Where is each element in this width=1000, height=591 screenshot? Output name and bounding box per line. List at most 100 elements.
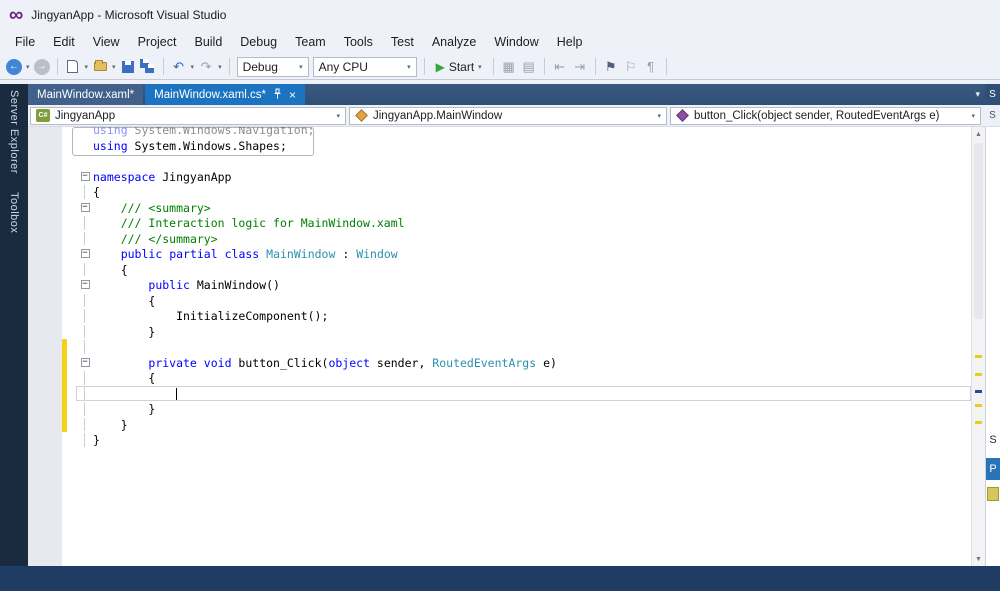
close-icon[interactable]: × [289,89,296,101]
sidebar-tab-toolbox[interactable]: Toolbox [8,192,20,233]
menu-item-build[interactable]: Build [185,32,231,52]
code-line-12[interactable]: InitializeComponent(); [28,308,971,324]
new-project-dropdown-icon[interactable]: ▾ [85,63,89,71]
sidebar-tab-server-explorer[interactable]: Server Explorer [8,90,20,174]
navigate-back-button[interactable]: ← [6,58,22,75]
right-panel-tab-fragment[interactable]: S [985,84,1000,105]
code-line-8[interactable]: − public partial class MainWindow : Wind… [28,246,971,262]
type-dropdown[interactable]: JingyanApp.MainWindow ▾ [349,106,667,125]
vertical-scrollbar[interactable]: ▲ ▼ [971,127,985,566]
new-project-button[interactable] [65,57,81,77]
glyph-margin[interactable] [28,370,62,386]
glyph-margin[interactable] [28,277,62,293]
collapse-region-icon[interactable]: − [80,249,90,259]
menu-item-edit[interactable]: Edit [44,32,84,52]
bookmark-flag-icon[interactable]: ⚑ [603,57,619,77]
scroll-down-icon[interactable]: ▼ [972,552,985,566]
open-file-dropdown-icon[interactable]: ▾ [112,63,116,71]
scrollbar-thumb[interactable] [974,143,983,319]
outlining-margin[interactable]: − [77,356,93,370]
code-line-10[interactable]: − public MainWindow() [28,277,971,293]
glyph-margin[interactable] [28,324,62,340]
code-line-14[interactable] [28,339,971,355]
code-line-11[interactable]: { [28,293,971,309]
glyph-margin[interactable] [28,293,62,309]
outlining-margin[interactable]: − [77,247,93,261]
glyph-margin[interactable] [28,153,62,169]
menu-item-help[interactable]: Help [548,32,592,52]
glyph-margin[interactable] [28,231,62,247]
glyph-margin[interactable] [28,432,62,448]
indent-icon[interactable]: ⇥ [572,57,588,77]
code-line-15[interactable]: − private void button_Click(object sende… [28,354,971,371]
code-line-6[interactable]: /// Interaction logic for MainWindow.xam… [28,215,971,231]
redo-button[interactable]: ↷ [198,57,214,77]
code-line-13[interactable]: } [28,324,971,340]
scroll-up-icon[interactable]: ▲ [972,127,985,141]
code-line-16[interactable]: { [28,370,971,386]
code-line-0[interactable]: using System.Windows.Navigation; [28,127,971,138]
glyph-margin[interactable] [28,339,62,355]
code-line-7[interactable]: /// </summary> [28,231,971,247]
tool-icon-fragment[interactable] [987,486,999,501]
tab-mainwindow-xaml[interactable]: MainWindow.xaml* [28,84,144,105]
menu-item-analyze[interactable]: Analyze [423,32,485,52]
project-dropdown[interactable]: C# JingyanApp ▾ [30,106,346,125]
undo-dropdown-icon[interactable]: ▾ [191,63,195,71]
glyph-margin[interactable] [28,127,62,138]
outdent-icon[interactable]: ⇤ [552,57,568,77]
code-line-2[interactable] [28,153,971,169]
glyph-margin[interactable] [28,169,62,185]
menu-item-view[interactable]: View [84,32,129,52]
glyph-margin[interactable] [28,200,62,216]
save-button[interactable] [120,57,136,77]
glyph-margin[interactable] [28,417,62,433]
menu-item-team[interactable]: Team [286,32,335,52]
glyph-margin[interactable] [28,246,62,262]
code-line-3[interactable]: − namespace JingyanApp [28,169,971,185]
code-line-18[interactable]: } [28,401,971,417]
code-line-4[interactable]: { [28,184,971,200]
bookmark-flag-outline-icon[interactable]: ⚐ [623,57,639,77]
start-debugging-button[interactable]: ▶ Start ▾ [432,60,486,74]
outlining-margin[interactable]: − [77,201,93,215]
member-dropdown[interactable]: button_Click(object sender, RoutedEventA… [670,106,981,125]
menu-item-window[interactable]: Window [485,32,547,52]
glyph-margin[interactable] [28,184,62,200]
save-all-button[interactable] [139,57,156,77]
navigate-forward-button[interactable]: → [33,58,50,75]
glyph-margin[interactable] [28,401,62,417]
code-line-19[interactable]: } [28,416,971,433]
menu-item-test[interactable]: Test [382,32,423,52]
tab-mainwindow-xaml-cs[interactable]: MainWindow.xaml.cs* × [145,84,306,105]
collapse-region-icon[interactable]: − [80,171,90,181]
glyph-margin[interactable] [28,138,62,154]
glyph-margin[interactable] [28,215,62,231]
properties-button-fragment[interactable]: P [986,458,1000,481]
code-line-17[interactable] [28,385,971,402]
outlining-margin[interactable]: − [77,278,93,292]
code-line-20[interactable]: } [28,432,971,448]
redo-dropdown-icon[interactable]: ▾ [218,63,222,71]
pin-icon[interactable] [273,88,282,102]
glyph-margin[interactable] [28,308,62,324]
tab-list-dropdown-icon[interactable]: ▾ [975,89,980,100]
collapse-region-icon[interactable]: − [80,357,90,367]
menu-item-debug[interactable]: Debug [231,32,286,52]
grid-icon[interactable]: ▦ [501,57,517,77]
glyph-margin[interactable] [28,262,62,278]
navigate-back-dropdown-icon[interactable]: ▾ [26,63,30,71]
collapse-region-icon[interactable]: − [80,202,90,212]
outlining-margin[interactable]: − [77,170,93,184]
collapse-region-icon[interactable]: − [80,280,90,290]
code-line-9[interactable]: { [28,262,971,278]
undo-button[interactable]: ↶ [171,57,187,77]
glyph-margin[interactable] [28,386,62,402]
lines-icon[interactable]: ▤ [521,57,537,77]
menu-item-file[interactable]: File [6,32,44,52]
menu-item-project[interactable]: Project [129,32,186,52]
code-editor[interactable]: using System.Windows.Navigation; using Sy… [28,127,971,566]
open-file-button[interactable] [92,57,108,77]
glyph-margin[interactable] [28,355,62,371]
pilcrow-icon[interactable]: ¶ [643,57,659,77]
